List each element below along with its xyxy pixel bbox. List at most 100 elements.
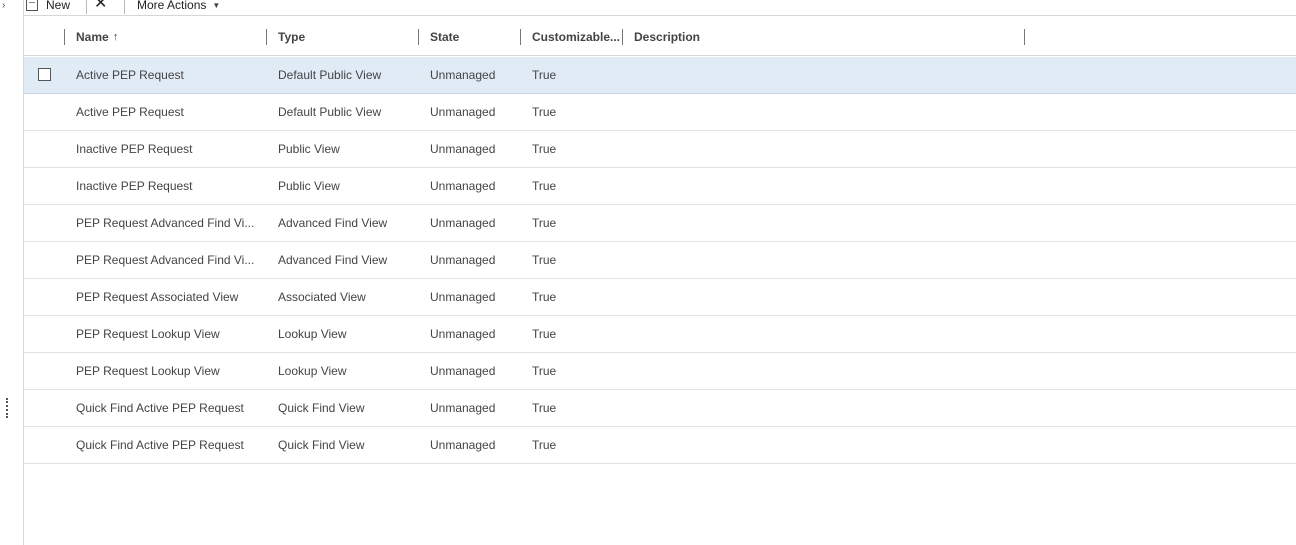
cell-description: [634, 205, 1024, 242]
column-header-description-label: Description: [634, 29, 701, 44]
chevron-down-icon: ▼: [212, 0, 221, 10]
column-header-state-label: State: [430, 29, 460, 44]
cell-name[interactable]: Inactive PEP Request: [76, 131, 264, 168]
cell-description: [634, 390, 1024, 427]
column-header-description[interactable]: Description: [634, 17, 700, 56]
cell-state: Unmanaged: [430, 253, 496, 267]
column-header-type[interactable]: Type: [278, 17, 305, 56]
cell-name[interactable]: PEP Request Advanced Find Vi...: [76, 242, 264, 279]
cell-customizable: True: [532, 105, 557, 119]
cell-state: Unmanaged: [430, 105, 496, 119]
cell-state: Unmanaged: [430, 216, 496, 230]
delete-button[interactable]: ✕: [94, 0, 107, 12]
cell-type: Public View: [278, 179, 340, 193]
cell-customizable: True: [532, 253, 557, 267]
table-row[interactable]: PEP Request Lookup View Lookup View Unma…: [24, 353, 1296, 390]
cell-customizable: True: [532, 216, 557, 230]
cell-type: Public View: [278, 142, 340, 156]
cell-name[interactable]: PEP Request Associated View: [76, 279, 264, 316]
row-select-checkbox[interactable]: [38, 68, 51, 81]
column-divider[interactable]: [520, 29, 521, 45]
splitter-grip[interactable]: [6, 398, 8, 418]
cell-name[interactable]: Quick Find Active PEP Request: [76, 427, 264, 464]
cell-state: Unmanaged: [430, 68, 496, 82]
column-header-type-label: Type: [278, 29, 306, 44]
column-header-customizable-label: Customizable...: [532, 29, 621, 44]
cell-state: Unmanaged: [430, 401, 496, 415]
cell-state: Unmanaged: [430, 327, 496, 341]
cell-customizable: True: [532, 142, 557, 156]
cell-customizable: True: [532, 290, 557, 304]
cell-name[interactable]: Active PEP Request: [76, 94, 264, 131]
table-row[interactable]: PEP Request Advanced Find Vi... Advanced…: [24, 242, 1296, 279]
column-divider[interactable]: [418, 29, 419, 45]
cell-type: Lookup View: [278, 364, 347, 378]
command-bar: New ✕ More Actions ▼: [24, 0, 1296, 16]
cell-name[interactable]: Quick Find Active PEP Request: [76, 390, 264, 427]
cell-type: Lookup View: [278, 327, 347, 341]
table-row[interactable]: PEP Request Lookup View Lookup View Unma…: [24, 316, 1296, 353]
cell-state: Unmanaged: [430, 438, 496, 452]
sort-ascending-icon: ↑: [112, 30, 119, 43]
cell-description: [634, 131, 1024, 168]
grid-header: Name ↑ Type State Customizable... Descri…: [24, 17, 1296, 56]
close-icon: ✕: [94, 0, 108, 12]
cell-name[interactable]: PEP Request Advanced Find Vi...: [76, 205, 264, 242]
table-row[interactable]: Active PEP Request Default Public View U…: [24, 94, 1296, 131]
cell-type: Default Public View: [278, 68, 382, 82]
cell-description: [634, 94, 1024, 131]
new-button[interactable]: New: [26, 0, 70, 14]
cell-description: [634, 353, 1024, 390]
cell-type: Advanced Find View: [278, 253, 388, 267]
cell-type: Advanced Find View: [278, 216, 388, 230]
cell-state: Unmanaged: [430, 179, 496, 193]
table-row[interactable]: Quick Find Active PEP Request Quick Find…: [24, 427, 1296, 464]
column-header-state[interactable]: State: [430, 17, 459, 56]
column-header-name-label: Name: [76, 29, 109, 44]
cell-description: [634, 316, 1024, 353]
cell-description: [634, 427, 1024, 464]
new-record-icon: [26, 0, 38, 11]
column-header-customizable[interactable]: Customizable...: [532, 17, 620, 56]
table-row[interactable]: Quick Find Active PEP Request Quick Find…: [24, 390, 1296, 427]
cell-type: Quick Find View: [278, 438, 365, 452]
pane-edge-mark: ›: [2, 0, 6, 11]
column-divider[interactable]: [266, 29, 267, 45]
more-actions-button[interactable]: More Actions ▼: [137, 0, 220, 14]
table-row[interactable]: PEP Request Advanced Find Vi... Advanced…: [24, 205, 1296, 242]
cell-customizable: True: [532, 364, 557, 378]
cell-customizable: True: [532, 68, 557, 82]
table-row[interactable]: Active PEP Request Default Public View U…: [24, 57, 1296, 94]
cell-customizable: True: [532, 401, 557, 415]
cell-description: [634, 279, 1024, 316]
column-divider[interactable]: [622, 29, 623, 45]
table-row[interactable]: Inactive PEP Request Public View Unmanag…: [24, 131, 1296, 168]
new-button-label: New: [46, 0, 71, 12]
column-header-name[interactable]: Name ↑: [76, 17, 118, 56]
column-divider[interactable]: [64, 29, 65, 45]
cell-type: Default Public View: [278, 105, 382, 119]
cell-description: [634, 242, 1024, 279]
grid-body: Active PEP Request Default Public View U…: [24, 57, 1296, 464]
cell-customizable: True: [532, 179, 557, 193]
cell-state: Unmanaged: [430, 364, 496, 378]
cell-state: Unmanaged: [430, 290, 496, 304]
cell-type: Quick Find View: [278, 401, 365, 415]
cell-name[interactable]: PEP Request Lookup View: [76, 353, 264, 390]
cell-type: Associated View: [278, 290, 366, 304]
cell-description: [634, 168, 1024, 205]
cell-name[interactable]: Active PEP Request: [76, 57, 264, 94]
left-navigation-pane: ›: [0, 0, 24, 545]
cell-customizable: True: [532, 438, 557, 452]
table-row[interactable]: Inactive PEP Request Public View Unmanag…: [24, 168, 1296, 205]
cell-customizable: True: [532, 327, 557, 341]
column-divider[interactable]: [1024, 29, 1025, 45]
table-row[interactable]: PEP Request Associated View Associated V…: [24, 279, 1296, 316]
toolbar-separator: [124, 0, 125, 14]
cell-description: [634, 57, 1024, 94]
cell-state: Unmanaged: [430, 142, 496, 156]
cell-name[interactable]: PEP Request Lookup View: [76, 316, 264, 353]
cell-name[interactable]: Inactive PEP Request: [76, 168, 264, 205]
toolbar-separator: [86, 0, 87, 14]
more-actions-label: More Actions: [137, 0, 207, 12]
